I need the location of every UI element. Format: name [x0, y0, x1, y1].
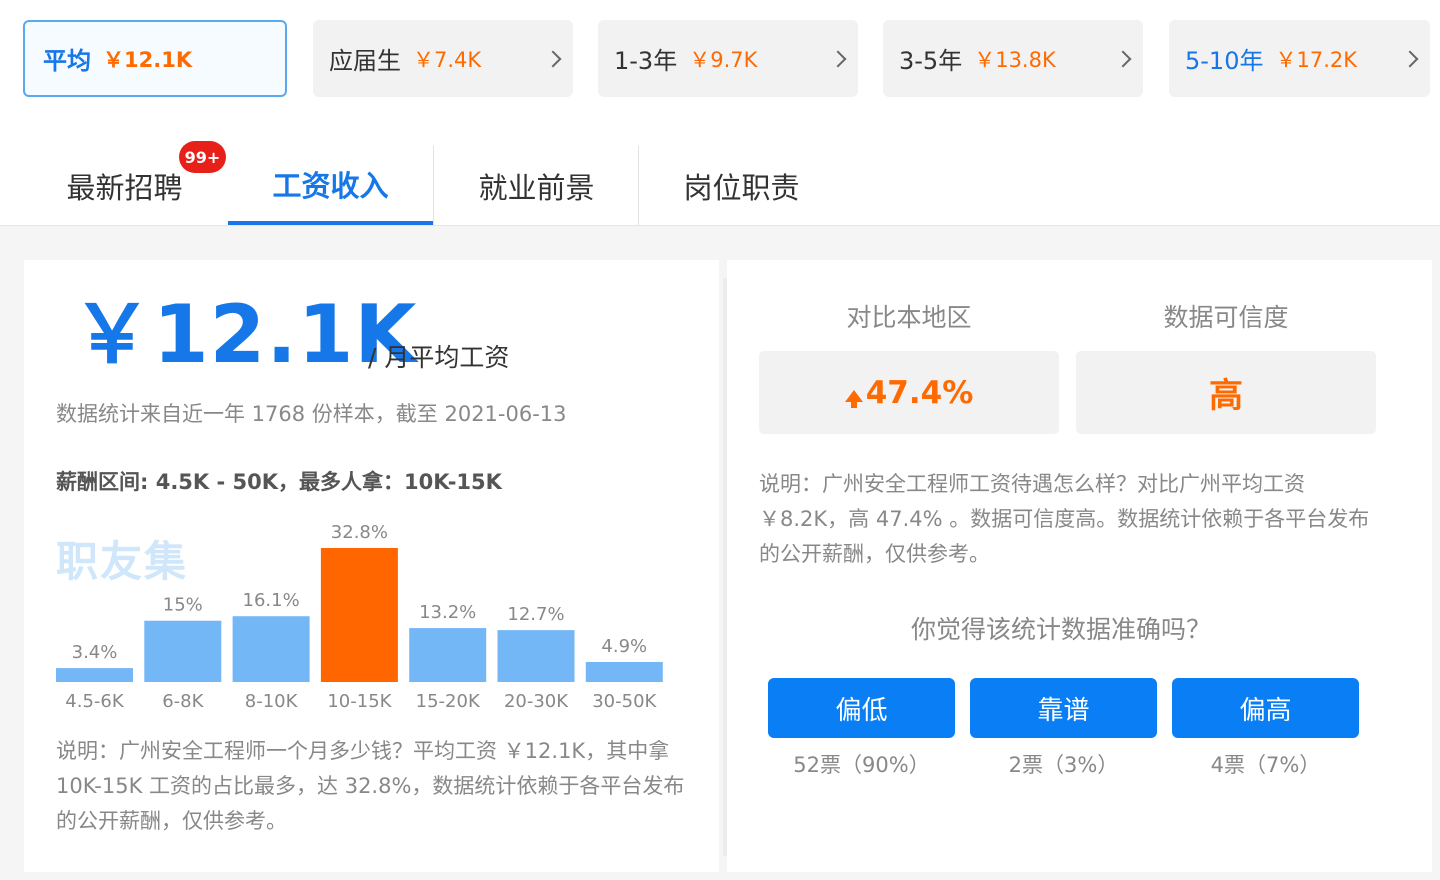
salary-card: ￥12.1K / 月平均工资 数据统计来自近一年 1768 份样本，截至 202… [24, 260, 719, 872]
chevron-right-icon [1401, 50, 1419, 67]
exp-tab-graduate[interactable]: 应届生 ￥7.4K [313, 20, 573, 97]
exp-tab-value: ￥17.2K [1275, 47, 1357, 72]
exp-tab-3-5y[interactable]: 3-5年 ￥13.8K [883, 20, 1143, 97]
bar-value-label: 15% [163, 595, 203, 616]
compare-description: 说明：广州安全工程师工资待遇怎么样？对比广州平均工资 ￥8.2K，高 47.4%… [759, 472, 1370, 566]
bar-20-30K [497, 630, 575, 682]
vote-reliable-button[interactable]: 靠谱 [970, 678, 1157, 738]
average-salary-unit: / 月平均工资 [368, 343, 510, 372]
category-label: 20-30K [504, 691, 569, 712]
exp-tab-label: 平均 [43, 47, 91, 75]
category-label: 15-20K [416, 691, 481, 712]
vote-high-count: 4票（7%） [1210, 753, 1321, 777]
bar-value-label: 4.9% [601, 636, 647, 657]
bar-4.5-6K [56, 668, 133, 682]
category-label: 8-10K [245, 691, 299, 712]
trust-header: 数据可信度 [1163, 303, 1289, 332]
chevron-right-icon [1114, 50, 1132, 67]
bar-value-label: 3.4% [72, 642, 118, 663]
tab-label: 就业前景 [478, 170, 595, 205]
vote-button-label: 靠谱 [1037, 695, 1090, 726]
exp-tab-label: 应届生 [329, 47, 401, 75]
category-label: 4.5-6K [65, 691, 125, 712]
vote-button-label: 偏低 [835, 695, 888, 726]
compare-card: 对比本地区 数据可信度 47.4% 高 说明：广州安全工程师工资待遇怎么样？对比… [727, 260, 1432, 872]
bar-value-label: 32.8% [331, 522, 388, 543]
up-arrow-icon [844, 389, 863, 408]
experience-tab-bar: 平均 ￥12.1K 应届生 ￥7.4K 1-3年 ￥9.7K 3-5年 ￥13.… [0, 0, 1440, 126]
salary-range-text: 薪酬区间: 4.5K - 50K，最多人拿：10K-15K [56, 470, 502, 494]
tab-salary[interactable]: 工资收入 [228, 146, 433, 225]
salary-distribution-chart: 3.4% 4.5-6K 15% 6-8K 16.1% 8-10K 32.8% 10-15K 13… [56, 522, 663, 712]
bar-30-50K [585, 661, 663, 682]
exp-tab-5-10y[interactable]: 5-10年 ￥17.2K [1169, 20, 1430, 97]
bar-value-label: 13.2% [419, 602, 476, 623]
chevron-right-icon [544, 50, 562, 67]
average-salary-value: ￥12.1K [72, 288, 418, 381]
category-label: 6-8K [162, 691, 204, 712]
exp-tab-value: ￥13.8K [974, 47, 1056, 72]
salary-description: 说明：广州安全工程师一个月多少钱？平均工资 ￥12.1K，其中拿 10K-15K… [56, 739, 685, 833]
trust-value: 高 [1209, 376, 1243, 416]
exp-tab-label: 5-10年 [1185, 47, 1264, 75]
region-compare-header: 对比本地区 [846, 303, 972, 332]
count-badge: 99+ [179, 141, 226, 173]
bar-8-10K [232, 616, 310, 682]
section-tab-bar: 最新招聘 99+ 工资收入 就业前景 岗位职责 [0, 126, 1440, 226]
bar-6-8K [144, 620, 222, 682]
sample-source-text: 数据统计来自近一年 1768 份样本，截至 2021-06-13 [56, 402, 567, 426]
tab-prospects[interactable]: 就业前景 [434, 146, 639, 225]
tab-responsibilities[interactable]: 岗位职责 [639, 146, 844, 225]
exp-tab-label: 3-5年 [899, 47, 963, 75]
exp-tab-label: 1-3年 [614, 47, 678, 75]
category-label: 30-50K [592, 691, 657, 712]
chevron-right-icon [829, 50, 847, 67]
exp-tab-value: ￥7.4K [413, 47, 482, 72]
tab-label: 工资收入 [272, 168, 389, 203]
vote-low-button[interactable]: 偏低 [768, 678, 955, 738]
region-compare-box: 47.4% [759, 351, 1059, 434]
bar-10-15K [320, 548, 398, 682]
vote-reliable-count: 2票（3%） [1008, 753, 1119, 777]
bar-value-label: 16.1% [243, 590, 300, 611]
category-label: 10-15K [327, 691, 392, 712]
tab-label: 最新招聘 [66, 170, 183, 205]
tab-label: 岗位职责 [683, 170, 800, 205]
vote-high-button[interactable]: 偏高 [1172, 678, 1359, 738]
exp-tab-1-3y[interactable]: 1-3年 ￥9.7K [598, 20, 858, 97]
bar-15-20K [409, 628, 487, 682]
bar-value-label: 12.7% [507, 604, 564, 625]
exp-tab-value: ￥9.7K [689, 47, 758, 72]
vote-low-count: 52票（90%） [793, 753, 930, 777]
region-compare-value: 47.4% [865, 374, 974, 411]
exp-tab-average[interactable]: 平均 ￥12.1K [23, 20, 287, 97]
trust-box: 高 [1076, 351, 1376, 434]
vote-button-label: 偏高 [1239, 695, 1292, 726]
exp-tab-value: ￥12.1K [103, 47, 193, 72]
vote-question: 你觉得该统计数据准确吗？ [910, 615, 1211, 644]
